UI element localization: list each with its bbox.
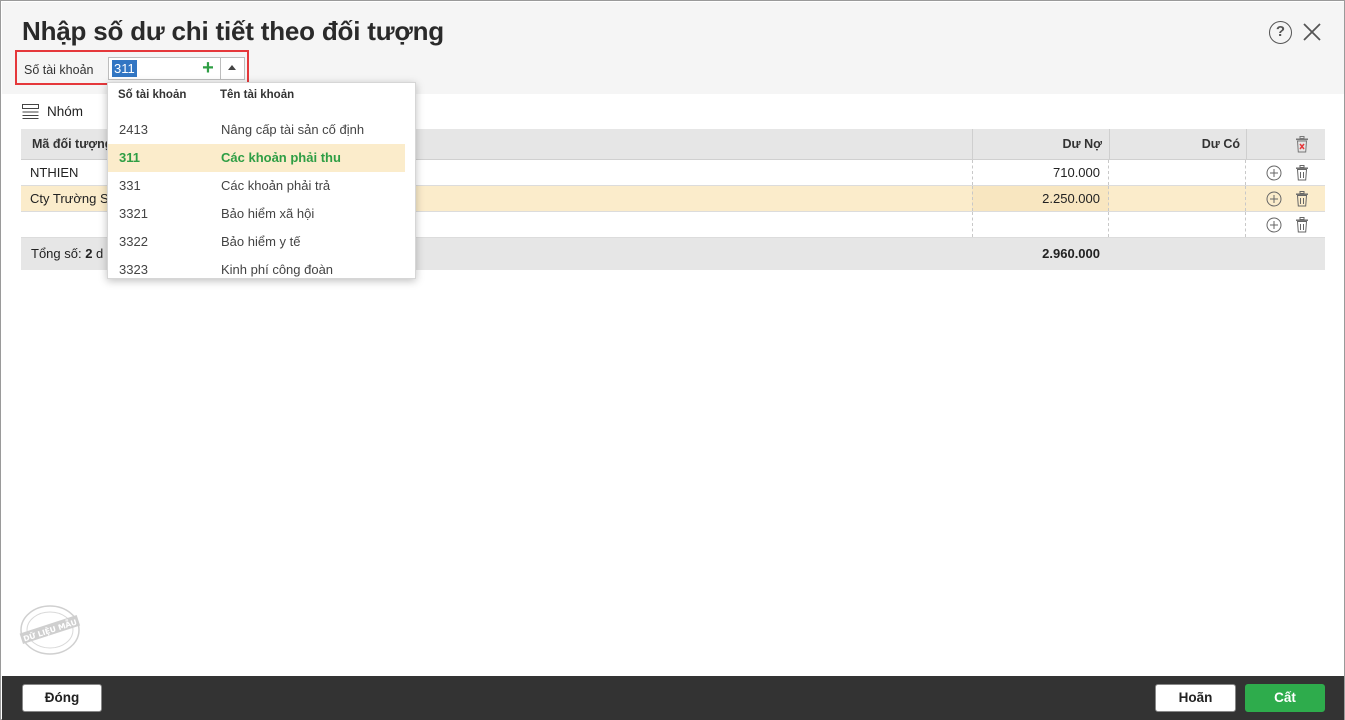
debit-cell[interactable] [972, 212, 1109, 237]
close-icon[interactable] [1301, 21, 1323, 43]
delete-row-icon[interactable] [1294, 217, 1310, 233]
account-selector: Số tài khoản 311 + [15, 50, 249, 85]
dropdown-toggle-button[interactable] [220, 58, 244, 79]
credit-cell[interactable] [1109, 212, 1246, 237]
credit-cell[interactable] [1109, 186, 1246, 211]
dialog-title: Nhập số dư chi tiết theo đối tượng [22, 16, 444, 46]
delete-row-icon[interactable] [1294, 191, 1310, 207]
total-label: Tổng số: 2 d [31, 246, 104, 261]
close-button[interactable]: Đóng [22, 684, 102, 712]
dropdown-scrollbar[interactable] [405, 83, 415, 278]
column-header-credit[interactable]: Dư Có [1109, 129, 1240, 160]
help-icon[interactable]: ? [1269, 21, 1292, 44]
total-debit: 2.960.000 [1042, 246, 1100, 261]
sample-data-stamp-icon: DỮ LIỆU MẪU [19, 605, 81, 655]
account-combobox[interactable]: 311 + [108, 57, 245, 80]
dropdown-item-selected[interactable]: 311 Các khoản phải thu [108, 144, 407, 172]
undo-button[interactable]: Hoãn [1155, 684, 1236, 712]
dropdown-item[interactable]: 331 Các khoản phải trả [108, 172, 407, 200]
dropdown-header-number: Số tài khoản [118, 89, 187, 101]
dropdown-header: Số tài khoản Tên tài khoản [108, 83, 415, 103]
column-header-code[interactable]: Mã đối tượng [32, 129, 112, 160]
dialog: Nhập số dư chi tiết theo đối tượng ? Số … [0, 0, 1345, 720]
dropdown-item[interactable]: 3322 Bảo hiểm y tế [108, 228, 407, 256]
delete-row-icon[interactable] [1294, 165, 1310, 181]
add-row-icon[interactable] [1266, 217, 1282, 233]
debit-value: 710.000 [1053, 165, 1100, 180]
add-account-icon[interactable]: + [198, 58, 218, 79]
dropdown-item[interactable]: 3321 Bảo hiểm xã hội [108, 200, 407, 228]
dropdown-item[interactable]: 2413 Nâng cấp tài sản cố định [108, 116, 407, 144]
account-dropdown-list[interactable]: Số tài khoản Tên tài khoản 2413 Nâng cấp … [107, 82, 416, 279]
group-label: Nhóm [47, 104, 84, 119]
dropdown-item[interactable]: 3323 Kinh phí công đoàn [108, 256, 407, 278]
add-row-icon[interactable] [1266, 165, 1282, 181]
account-input[interactable]: 311 [112, 60, 137, 77]
account-label: Số tài khoản [24, 63, 94, 77]
delete-all-icon[interactable] [1294, 136, 1310, 153]
caret-up-icon [228, 65, 236, 70]
group-icon [22, 104, 39, 119]
debit-value: 2.250.000 [1042, 191, 1100, 206]
dialog-footer: Đóng Hoãn Cất [2, 676, 1344, 720]
add-row-icon[interactable] [1266, 191, 1282, 207]
save-button[interactable]: Cất [1245, 684, 1325, 712]
dropdown-header-name: Tên tài khoản [220, 89, 295, 101]
column-header-debit[interactable]: Dư Nợ [972, 129, 1102, 160]
credit-cell[interactable] [1109, 160, 1246, 185]
